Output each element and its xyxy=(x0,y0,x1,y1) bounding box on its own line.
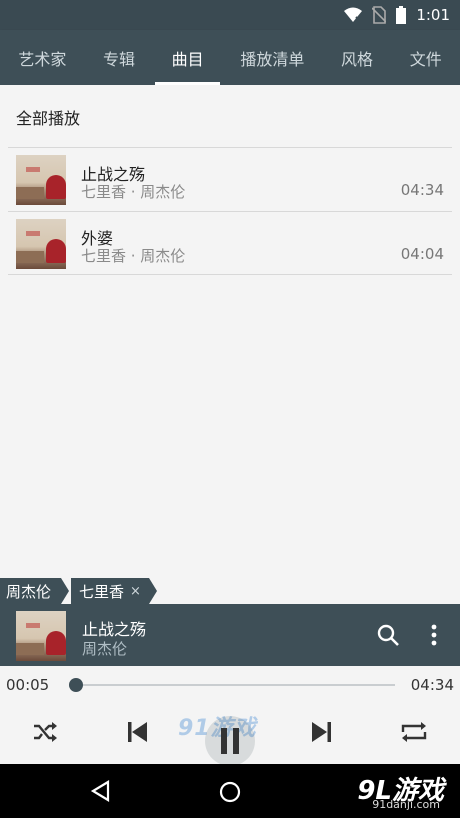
tab-label: 曲目 xyxy=(171,49,204,69)
seek-thumb[interactable] xyxy=(68,678,83,692)
tab-label: 文件 xyxy=(409,49,442,69)
tab-label: 播放清单 xyxy=(240,49,305,69)
shuffle-icon[interactable] xyxy=(32,720,58,748)
track-list-panel: 全部播放 止战之殇 七里香 · 周杰伦 04:34 外婆 七里香 · 周杰伦 0… xyxy=(0,85,460,578)
album-cover xyxy=(16,219,66,269)
playback-controls: 91游戏 xyxy=(0,706,460,766)
song-subtitle: 七里香 · 周杰伦 xyxy=(81,183,186,201)
breadcrumb-artist[interactable]: 周杰伦 xyxy=(0,578,70,604)
repeat-icon[interactable] xyxy=(399,720,429,748)
album-cover xyxy=(16,611,66,661)
list-item[interactable]: 止战之殇 七里香 · 周杰伦 04:34 xyxy=(8,147,452,211)
seek-area: 00:05 04:34 xyxy=(0,666,460,706)
total-time: 04:34 xyxy=(410,676,454,694)
skip-previous-icon[interactable] xyxy=(126,720,148,748)
list-item[interactable]: 外婆 七里香 · 周杰伦 04:04 xyxy=(8,211,452,275)
now-playing-artist: 周杰伦 xyxy=(82,640,128,658)
tab-genres[interactable]: 风格 xyxy=(323,30,392,85)
close-icon[interactable]: × xyxy=(130,584,141,599)
song-duration: 04:34 xyxy=(400,181,444,199)
status-time: 1:01 xyxy=(416,6,450,24)
pause-icon[interactable] xyxy=(219,728,241,758)
tab-label: 风格 xyxy=(341,49,374,69)
album-cover xyxy=(16,155,66,205)
status-bar: 1:01 xyxy=(0,0,460,30)
song-duration: 04:04 xyxy=(400,245,444,263)
tab-albums[interactable]: 专辑 xyxy=(85,30,154,85)
navigation-bar: 9L游戏 91danji.com xyxy=(0,764,460,818)
breadcrumb-album[interactable]: 七里香 × xyxy=(71,578,157,604)
back-icon[interactable] xyxy=(90,780,110,806)
search-icon[interactable] xyxy=(377,624,399,650)
play-all-button[interactable]: 全部播放 xyxy=(16,105,80,129)
tab-bar: 艺术家 专辑 曲目 播放清单 风格 文件 xyxy=(0,30,460,85)
now-playing-bar[interactable]: 止战之殇 周杰伦 xyxy=(0,604,460,666)
tab-label: 专辑 xyxy=(103,49,136,69)
more-vert-icon[interactable] xyxy=(430,624,438,650)
seek-bar[interactable] xyxy=(70,684,395,686)
tab-artists[interactable]: 艺术家 xyxy=(0,30,85,85)
current-time: 00:05 xyxy=(6,676,50,694)
breadcrumb-label: 七里香 xyxy=(79,582,125,601)
now-playing-title: 止战之殇 xyxy=(82,620,147,639)
tab-label: 艺术家 xyxy=(18,49,67,69)
site-url: 91danji.com xyxy=(372,798,440,811)
tab-playlists[interactable]: 播放清单 xyxy=(222,30,323,85)
skip-next-icon[interactable] xyxy=(311,720,333,748)
track-list: 止战之殇 七里香 · 周杰伦 04:34 外婆 七里香 · 周杰伦 04:04 xyxy=(8,147,452,275)
breadcrumb: 周杰伦 七里香 × xyxy=(0,578,157,604)
breadcrumb-label: 周杰伦 xyxy=(6,582,52,601)
tab-tracks[interactable]: 曲目 xyxy=(153,30,222,85)
home-icon[interactable] xyxy=(219,781,241,807)
no-sim-icon xyxy=(372,6,387,24)
tab-files[interactable]: 文件 xyxy=(391,30,460,85)
album-art xyxy=(16,611,66,661)
battery-icon xyxy=(396,6,407,24)
wifi-icon xyxy=(344,7,363,23)
song-subtitle: 七里香 · 周杰伦 xyxy=(81,247,186,265)
